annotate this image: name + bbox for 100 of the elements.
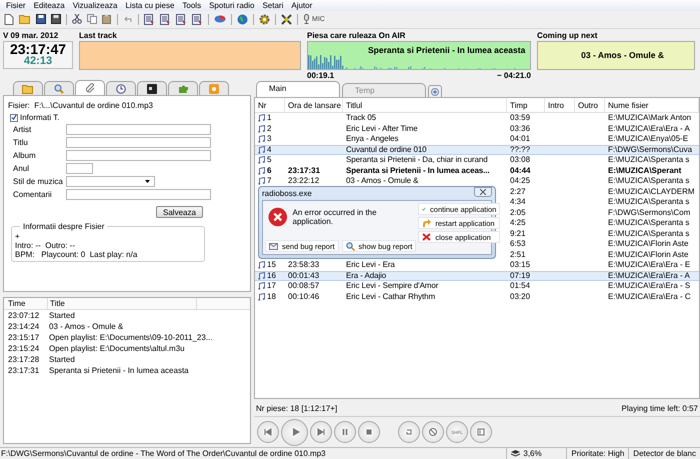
input-field[interactable] [66, 189, 211, 200]
playlist-row[interactable]: 18 00:10:46 Eric Levi - Cathar Rhythm 03:20 E:\MUZICA\Era\Era - C [255, 292, 699, 302]
arrow-icon [422, 219, 432, 227]
panel-button[interactable] [470, 421, 492, 443]
playlist-row[interactable]: 15 23:58:33 Eric Levi - Era 03:15 E:\MUZICA\Era\Era - E [255, 260, 699, 270]
playlist-row[interactable]: 2 Eric Levi - After Time 03:36 E:\MUZICA\Era\Era - A [255, 124, 699, 134]
table-cell: Cuvantul de ordine 010 [346, 144, 427, 155]
save-icon[interactable] [36, 14, 46, 24]
menu-item[interactable]: Spoturi radio [205, 0, 258, 10]
undo-icon[interactable] [123, 14, 133, 24]
playlist-row[interactable]: 6 23:17:31 Speranta si Prietenii - In lumea aceas... 04:44 E:\MUZICA\Sperant [255, 166, 699, 176]
playlist-row[interactable]: 16 00:01:43 Era - Adajio 07:19 E:\MUZICA\Era\Era - A [255, 270, 699, 281]
table-cell: Enya - Angeles [346, 134, 398, 144]
input-field[interactable] [66, 150, 211, 161]
microphone-icon[interactable] [303, 14, 310, 24]
save-button[interactable]: Salveaza [156, 206, 203, 218]
column-header[interactable]: Ora de lansare [285, 98, 343, 112]
menu-item[interactable]: Vizualizeaza [68, 0, 122, 10]
menu-item[interactable]: Lista cu piese [121, 0, 178, 10]
playlist-row[interactable]: 1 Track 05 03:59 E:\MUZICA\Mark Anton [255, 113, 699, 124]
menu-item[interactable]: Editeaza [30, 0, 69, 10]
remaining-time: − 04:21.0 [496, 70, 531, 80]
gear-icon[interactable] [259, 14, 270, 25]
column-header[interactable]: Timp [507, 98, 545, 112]
column-header[interactable]: Nume fisier [605, 98, 699, 112]
table-cell: E:\MUZICA\Era\Era - S [608, 281, 690, 292]
table-cell: Eric Levi - After Time [346, 124, 418, 134]
input-field[interactable] [66, 124, 211, 135]
cut-icon[interactable] [72, 14, 82, 24]
table-cell: F:\DWG\Sermons\Cuva [608, 144, 692, 155]
table-cell: 3 [267, 134, 272, 144]
column-header[interactable]: Titlul [343, 98, 507, 112]
input-field[interactable] [66, 163, 93, 174]
column-header[interactable]: Outro [575, 98, 605, 112]
stop-button[interactable] [358, 421, 380, 443]
table-cell: E:\MUZICA\Florin Aste [608, 239, 688, 250]
table-cell: 6:53 [510, 239, 526, 250]
cpu-usage: 3,6% [523, 449, 542, 458]
dropdown-field[interactable] [66, 176, 155, 187]
table-cell-text: Started [48, 311, 75, 320]
panel-tab[interactable] [106, 81, 136, 95]
crossed-tools-icon[interactable] [281, 14, 292, 25]
table-cell: 01:54 [510, 281, 530, 292]
menu-item[interactable]: Fisier [2, 0, 30, 10]
panel-tab[interactable] [137, 81, 167, 95]
music-note-icon [258, 292, 265, 301]
skip-back-button[interactable] [257, 421, 279, 443]
playlist-row[interactable]: 3 Enya - Angeles 04:01 E:\MUZICA\Enya\05-E [255, 134, 699, 144]
music-note-icon [258, 114, 265, 122]
input-field[interactable] [66, 137, 211, 148]
playlist-icon[interactable] [192, 14, 203, 25]
table-cell: E:\MUZICA\Enya\05-E [608, 134, 688, 144]
table-cell: 03:08 [510, 155, 530, 166]
table-cell-text: Started [48, 355, 75, 364]
table-cell: 4 [267, 144, 272, 155]
table-cell-text: Open playlist: E:\Documents\altul.m3u [48, 344, 185, 353]
terminal-icon [147, 84, 157, 94]
table-cell: F:\DWG\Sermons\Com [608, 208, 690, 218]
playlist-icon[interactable] [144, 14, 155, 25]
field-label: Artist [12, 125, 32, 134]
playlist-row[interactable]: 4 Cuvantul de ordine 010 ??:?? F:\DWG\Sermons\Cuva [255, 144, 699, 155]
table-cell: 4:34 [510, 197, 526, 208]
block-button[interactable] [422, 421, 444, 443]
column-header: Time [7, 299, 26, 308]
music-note-icon [258, 166, 265, 175]
playlist-icon[interactable] [160, 14, 171, 25]
table-cell: E:\MUZICA\CLAYDERM [608, 186, 695, 197]
table-cell: 7 [267, 176, 272, 186]
playlist-row[interactable]: 17 00:08:57 Eric Levi - Sempire d'Amor 01:54 E:\MUZICA\Era\Era - S [255, 281, 699, 292]
menu-item[interactable]: Setari [258, 0, 288, 10]
table-cell: E:\MUZICA\Era\Era - A [608, 270, 690, 281]
column-header[interactable]: Nr [255, 98, 285, 112]
table-cell: 15 [267, 260, 276, 270]
blank-detector-label: Detector de blanc [628, 448, 700, 459]
folder-icon[interactable] [19, 14, 31, 24]
group-title: Informatii despre Fisier [20, 222, 108, 231]
loop-button[interactable] [398, 421, 420, 443]
playlist-tab[interactable]: Main [256, 81, 340, 97]
menu-item[interactable]: Ajutor [287, 0, 316, 10]
file-path: F:\...\Cuvantul de ordine 010.mp3 [34, 101, 153, 110]
skip-forward-button[interactable] [310, 421, 332, 443]
search-icon [54, 84, 64, 94]
panel-icon [475, 426, 487, 438]
playlist-icon[interactable] [176, 14, 187, 25]
checkbox[interactable] [10, 114, 18, 122]
copy-icon[interactable] [87, 14, 97, 24]
paste-icon[interactable] [102, 14, 112, 24]
menu-item[interactable]: Tools [178, 0, 206, 10]
caret-icon [145, 180, 150, 183]
field-label: Stil de muzica [12, 177, 64, 186]
pause-button[interactable] [334, 421, 356, 443]
table-cell: E:\MUZICA\Sperant [608, 166, 682, 176]
close-button[interactable] [474, 187, 492, 197]
playlist-row[interactable]: 5 Speranta si Prietenii - Da, chiar in curand 03:08 E:\MUZICA\Speranta s [255, 155, 699, 166]
globe-icon[interactable] [237, 14, 248, 25]
playlist-row[interactable]: 7 23:22:12 03 - Amos - Omule & 04:25 E:\MUZICA\Speranta s [255, 176, 699, 186]
play-button[interactable] [281, 418, 308, 446]
pie-chart-icon[interactable] [214, 14, 226, 24]
new-document-icon[interactable] [4, 14, 14, 25]
column-header[interactable]: Intro [545, 98, 575, 112]
